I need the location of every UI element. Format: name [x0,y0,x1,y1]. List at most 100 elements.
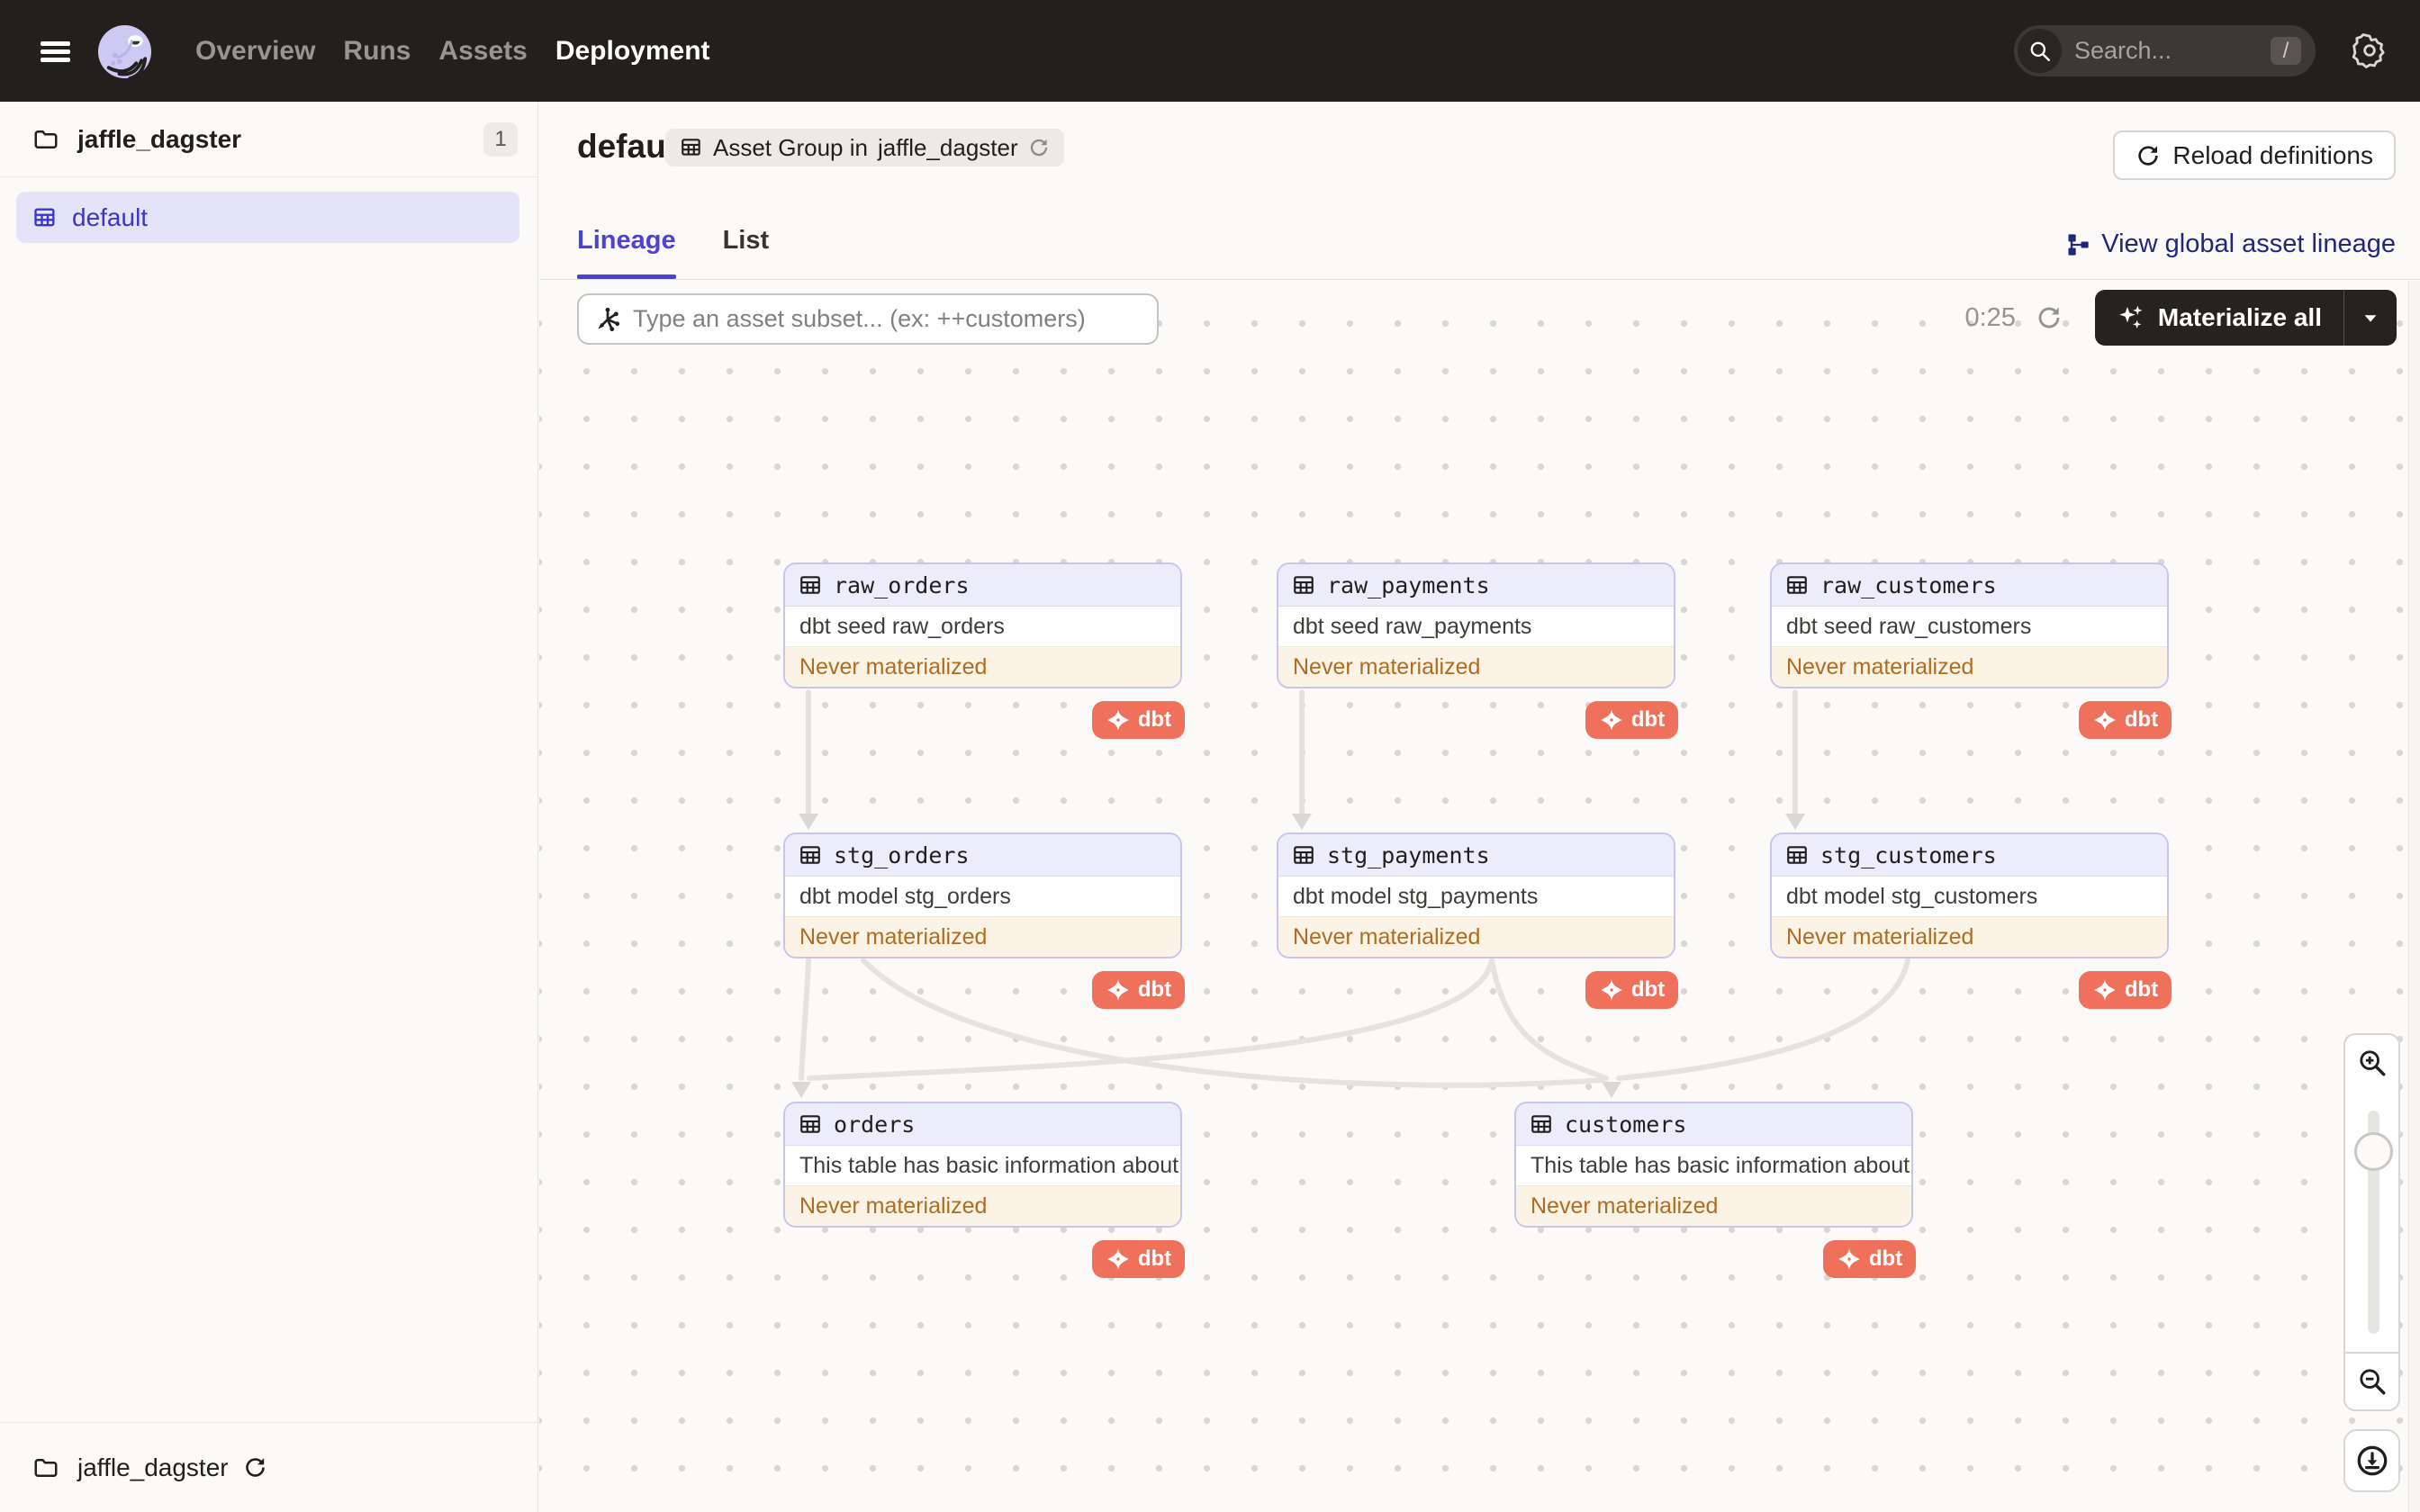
zoom-slider-thumb[interactable] [2354,1132,2393,1171]
table-icon [1294,846,1314,864]
refresh-group-icon[interactable] [1028,137,1050,158]
dbt-badge-label: dbt [1137,977,1172,1002]
dbt-logo-icon [1107,1248,1129,1270]
dbt-badge-label: dbt [1137,707,1172,732]
nav-item-runs[interactable]: Runs [343,36,411,67]
dbt-badge-label: dbt [1630,707,1666,732]
asset-status: Never materialized [1278,646,1674,687]
sidebar-footer: jaffle_dagster [0,1422,537,1512]
op-selector-icon [598,307,620,331]
dbt-badge-label: dbt [2124,977,2159,1002]
asset-name: customers [1565,1111,1687,1138]
dbt-badge[interactable]: dbt [1823,1240,1916,1278]
sidebar-item-default-group[interactable]: default [16,192,519,243]
zoom-slider[interactable] [2343,1091,2400,1354]
dbt-badge[interactable]: dbt [1092,701,1185,739]
asset-description: This table has basic information about .… [1531,1152,1913,1178]
dbt-logo-icon [1107,709,1129,731]
asset-description: dbt model stg_orders [799,883,1011,909]
tab-lineage[interactable]: Lineage [577,226,676,279]
sidebar-repo-jaffle-dagster[interactable]: jaffle_dagster 1 [0,102,537,177]
hamburger-menu-icon[interactable] [41,41,70,62]
asset-description: dbt seed raw_payments [1293,613,1532,639]
table-icon [1787,576,1807,594]
reload-icon [2138,145,2159,166]
settings-gear-icon[interactable] [2352,32,2388,68]
search-input[interactable]: Search... / [2014,25,2316,76]
main-navigation: Overview Runs Assets Deployment [195,0,710,102]
breadcrumb-repo-link[interactable]: jaffle_dagster [878,134,1018,162]
dbt-badge-label: dbt [1630,977,1666,1002]
asset-description: dbt model stg_customers [1786,883,2038,909]
view-global-asset-lineage-link[interactable]: View global asset lineage [2065,230,2396,259]
global-lineage-label: View global asset lineage [2101,230,2396,258]
asset-group-breadcrumb: Asset Group in jaffle_dagster [665,129,1064,166]
asset-node-raw-customers[interactable]: raw_customers dbt seed raw_customers Nev… [1770,562,2172,739]
asset-name: raw_customers [1820,572,1997,598]
dbt-badge[interactable]: dbt [1585,701,1678,739]
table-icon [800,846,820,864]
dbt-logo-icon [1107,979,1129,1001]
asset-subset-input[interactable] [633,305,1142,333]
zoom-in-button[interactable] [2343,1033,2400,1093]
dbt-logo-icon [2094,709,2116,731]
dbt-badge[interactable]: dbt [2079,701,2172,739]
asset-status: Never materialized [785,916,1180,957]
asset-status: Never materialized [1772,646,2167,687]
asset-node-stg-payments[interactable]: stg_payments dbt model stg_payments Neve… [1277,832,1678,1009]
repo-count-badge: 1 [483,122,518,157]
asset-node-stg-orders[interactable]: stg_orders dbt model stg_orders Never ma… [783,832,1185,1009]
asset-subset-filter[interactable] [577,293,1159,345]
table-icon [800,576,820,594]
breadcrumb-prefix: Asset Group in [713,133,868,161]
dbt-badge[interactable]: dbt [2079,971,2172,1009]
asset-status: Never materialized [1516,1185,1911,1226]
zoom-out-button[interactable] [2343,1352,2400,1411]
search-shortcut-badge: / [2271,37,2301,65]
materialize-all-button[interactable]: Materialize all [2094,290,2397,346]
dbt-badge[interactable]: dbt [1092,971,1185,1009]
asset-node-orders[interactable]: orders This table has basic information … [783,1102,1185,1278]
download-image-button[interactable] [2343,1429,2400,1492]
asset-status: Never materialized [785,1185,1180,1226]
dbt-logo-icon [2094,979,2116,1001]
tab-list[interactable]: List [723,226,770,279]
asset-status: Never materialized [1278,916,1674,957]
view-tabs: Lineage List [577,226,769,279]
folder-icon [34,1458,58,1477]
asset-node-raw-orders[interactable]: raw_orders dbt seed raw_orders Never mat… [783,562,1185,739]
search-placeholder: Search... [2074,37,2172,64]
asset-group-icon [682,139,700,156]
dbt-logo-icon [1601,709,1622,731]
asset-description: dbt seed raw_customers [1786,613,2032,639]
nav-item-overview[interactable]: Overview [195,36,315,67]
top-nav-bar: Overview Runs Assets Deployment Search..… [0,0,2420,102]
lineage-canvas[interactable]: 0:25 Materialize all raw_orders dbt seed… [539,281,2420,1512]
refresh-graph-icon[interactable] [2036,304,2063,331]
nav-item-assets[interactable]: Assets [438,36,527,67]
dbt-badge[interactable]: dbt [1092,1240,1185,1278]
asset-description: dbt model stg_payments [1293,883,1539,909]
asset-description: This table has basic information about .… [799,1152,1182,1178]
lineage-graph-icon [2068,233,2089,256]
footer-repo-name: jaffle_dagster [77,1453,229,1481]
asset-node-raw-payments[interactable]: raw_payments dbt seed raw_payments Never… [1277,562,1678,739]
canvas-scrollbar-gutter[interactable] [2408,281,2420,1512]
materialize-dropdown-caret[interactable] [2344,308,2397,328]
nav-item-deployment[interactable]: Deployment [555,36,710,67]
materialize-all-label: Materialize all [2157,303,2322,331]
repo-name: jaffle_dagster [77,124,242,153]
reload-definitions-button[interactable]: Reload definitions [2113,130,2396,180]
asset-name: raw_payments [1327,572,1490,598]
reload-repo-icon[interactable] [243,1455,267,1480]
asset-node-customers[interactable]: customers This table has basic informati… [1514,1102,1916,1278]
dagster-logo-icon[interactable] [96,23,153,80]
asset-name: stg_orders [834,842,970,868]
sidebar: jaffle_dagster 1 default jaffle_dagster [0,102,538,1512]
asset-node-stg-customers[interactable]: stg_customers dbt model stg_customers Ne… [1770,832,2172,1009]
asset-name: stg_customers [1820,842,1997,868]
query-timer: 0:25 [1964,302,2016,332]
table-icon [800,1115,820,1133]
dbt-badge[interactable]: dbt [1585,971,1678,1009]
dbt-badge-label: dbt [1868,1246,1903,1271]
